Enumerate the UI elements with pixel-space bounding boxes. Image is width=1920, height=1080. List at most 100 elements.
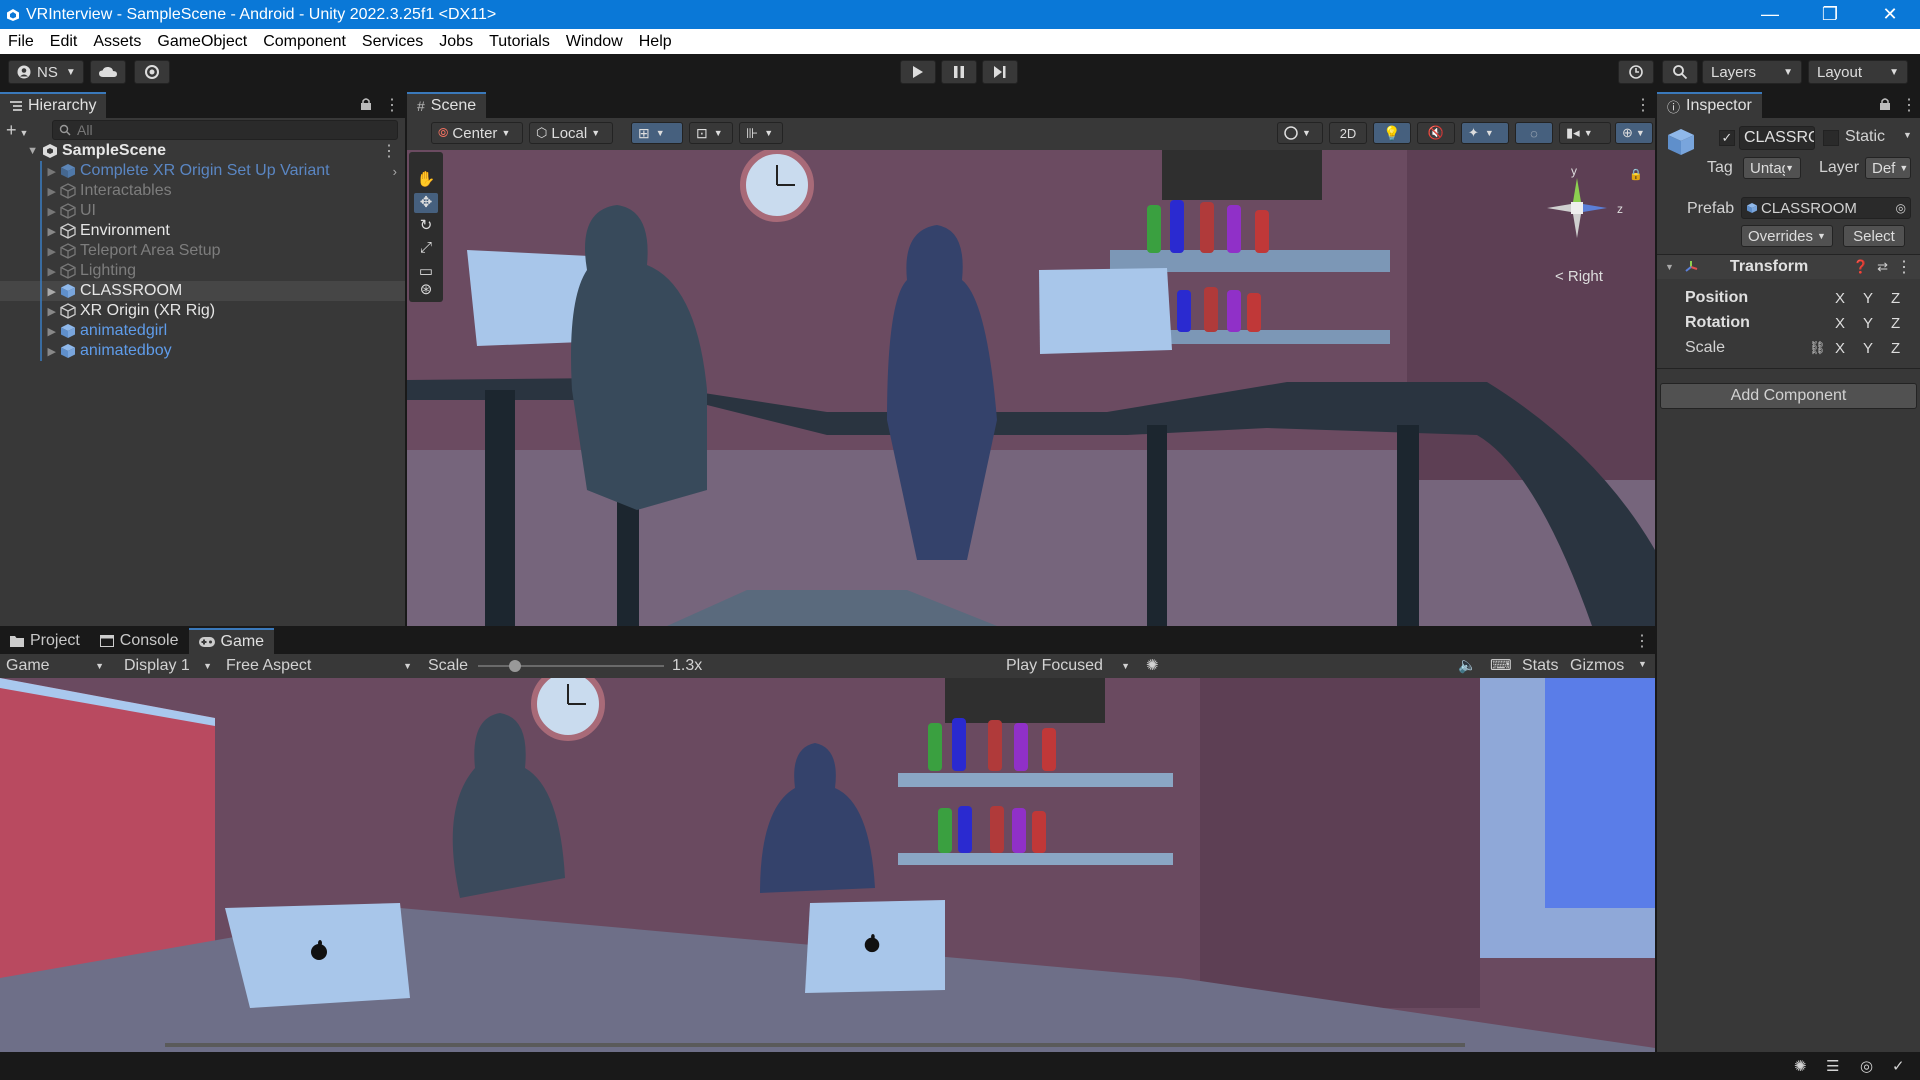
scale-y-label[interactable]: Y — [1863, 340, 1873, 357]
tab-hierarchy[interactable]: Hierarchy — [0, 92, 107, 118]
list-item[interactable]: ▶ Interactables — [0, 181, 405, 201]
history-button[interactable] — [1618, 60, 1654, 84]
menu-file[interactable]: File — [8, 33, 34, 51]
tab-scene[interactable]: # Scene — [407, 92, 487, 118]
account-dropdown[interactable]: NS ▼ — [8, 60, 84, 84]
more-options-icon[interactable]: ⋮ — [1634, 631, 1650, 651]
move-tool-icon[interactable]: ✥ — [414, 193, 438, 213]
menu-help[interactable]: Help — [639, 33, 672, 51]
rotate-tool-icon[interactable]: ↻ — [414, 216, 438, 236]
layout-dropdown[interactable]: Layout ▼ — [1808, 60, 1908, 84]
list-item[interactable]: ▶ Lighting — [0, 261, 405, 281]
lock-icon[interactable] — [360, 97, 372, 111]
stats-button[interactable]: Stats — [1522, 657, 1558, 675]
speaker-icon[interactable]: 🔈 — [1458, 656, 1477, 674]
aspect-dropdown[interactable]: Free Aspect ▼ — [220, 656, 418, 676]
camera-dropdown[interactable]: ▮◂ ▼ — [1559, 122, 1611, 144]
tab-project[interactable]: Project — [0, 628, 90, 654]
help-icon[interactable]: ❓ — [1853, 259, 1869, 275]
lock-icon[interactable] — [1879, 97, 1891, 111]
static-checkbox[interactable] — [1823, 130, 1839, 146]
scale-slider-track[interactable] — [478, 665, 664, 667]
transform-tool-icon[interactable]: ⊛ — [414, 280, 438, 300]
more-options-icon[interactable]: ⋮ — [381, 141, 397, 161]
target-icon[interactable]: ◎ — [1896, 201, 1906, 215]
link-icon[interactable]: ⛓ — [1809, 340, 1826, 356]
list-item[interactable]: ▶ animatedgirl — [0, 321, 405, 341]
pivot-dropdown[interactable]: ⦾ Center ▼ — [431, 122, 523, 144]
gizmos-button[interactable]: Gizmos — [1570, 657, 1624, 675]
tab-game[interactable]: Game — [188, 628, 275, 654]
create-button[interactable]: + ▼ — [6, 120, 40, 140]
rotation-y-label[interactable]: Y — [1863, 315, 1873, 332]
layer-dropdown[interactable]: Def ▼ — [1865, 157, 1911, 179]
menu-tutorials[interactable]: Tutorials — [489, 33, 550, 51]
gizmo-lock-icon[interactable]: 🔒 — [1629, 168, 1643, 181]
rect-tool-icon[interactable]: ▭ — [414, 262, 438, 282]
display-dropdown[interactable]: Display 1 ▼ — [118, 656, 218, 676]
game-viewport[interactable] — [0, 678, 1655, 1052]
overrides-dropdown[interactable]: Overrides ▼ — [1741, 225, 1833, 247]
position-z-label[interactable]: Z — [1891, 290, 1900, 307]
pause-button[interactable] — [941, 60, 977, 84]
list-item[interactable]: ▶ Environment — [0, 221, 405, 241]
collab-button[interactable] — [134, 60, 170, 84]
lighting-toggle[interactable]: 💡 — [1373, 122, 1411, 144]
scale-z-label[interactable]: Z — [1891, 340, 1900, 357]
list-item[interactable]: ▶ UI — [0, 201, 405, 221]
list-item[interactable]: ▶ Teleport Area Setup — [0, 241, 405, 261]
search-button[interactable] — [1662, 60, 1698, 84]
game-mode-dropdown[interactable]: Game ▼ — [0, 656, 110, 676]
cloud-button[interactable] — [90, 60, 126, 84]
chevron-right-icon[interactable]: › — [393, 164, 397, 179]
grid-snap-toggle[interactable]: ⊞ ▼ — [631, 122, 683, 144]
check-circle-icon[interactable]: ✓ — [1892, 1057, 1912, 1077]
layers-dropdown[interactable]: Layers ▼ — [1702, 60, 1802, 84]
ruler-toggle[interactable]: ⊪ ▼ — [739, 122, 783, 144]
minimize-button[interactable]: — — [1740, 0, 1800, 29]
hand-tool-icon[interactable]: ✋ — [414, 170, 438, 190]
prefab-field[interactable]: CLASSROOM ◎ — [1741, 197, 1911, 219]
chevron-down-icon[interactable]: ▼ — [1903, 130, 1912, 140]
object-name-field[interactable]: CLASSRC — [1739, 126, 1815, 150]
play-focused-dropdown[interactable]: Play Focused ▼ — [1000, 656, 1136, 676]
gizmos-dropdown[interactable]: ⊕ ▼ — [1615, 122, 1653, 144]
active-checkbox[interactable]: ✓ — [1719, 130, 1735, 146]
menu-component[interactable]: Component — [263, 33, 346, 51]
rotation-x-label[interactable]: X — [1835, 315, 1845, 332]
snap-increment-toggle[interactable]: ⊡ ▼ — [689, 122, 733, 144]
menu-window[interactable]: Window — [566, 33, 623, 51]
menu-services[interactable]: Services — [362, 33, 423, 51]
position-y-label[interactable]: Y — [1863, 290, 1873, 307]
menu-jobs[interactable]: Jobs — [439, 33, 473, 51]
tag-dropdown[interactable]: Untag▼ — [1743, 157, 1801, 179]
close-button[interactable]: ✕ — [1860, 0, 1920, 29]
draw-mode-dropdown[interactable]: ▼ — [1277, 122, 1323, 144]
maximize-button[interactable]: ❐ — [1800, 0, 1860, 29]
tab-console[interactable]: Console — [90, 628, 189, 654]
orientation-gizmo[interactable] — [1537, 168, 1617, 248]
add-component-button[interactable]: Add Component — [1660, 383, 1917, 409]
scale-x-label[interactable]: X — [1835, 340, 1845, 357]
chevron-down-icon[interactable]: ▼ — [1638, 659, 1647, 669]
tab-inspector[interactable]: ⓘ Inspector — [1657, 92, 1762, 118]
space-dropdown[interactable]: ⬡ Local ▼ — [529, 122, 613, 144]
more-options-icon[interactable]: ⋮ — [1635, 95, 1651, 115]
scale-tool-icon[interactable]: ⤢ — [414, 239, 438, 259]
play-button[interactable] — [900, 60, 936, 84]
bug-icon[interactable]: ✺ — [1146, 656, 1159, 674]
layers-stack-icon[interactable]: ☰ — [1826, 1057, 1846, 1077]
toggle-2d-button[interactable]: 2D — [1329, 122, 1367, 144]
list-item[interactable]: ▶ Complete XR Origin Set Up Variant › — [0, 161, 405, 181]
list-item[interactable]: ▶ animatedboy — [0, 341, 405, 361]
position-x-label[interactable]: X — [1835, 290, 1845, 307]
hidden-objects-toggle[interactable]: ◌ — [1515, 122, 1553, 144]
effects-dropdown[interactable]: ✦ ▼ — [1461, 122, 1509, 144]
progress-icon[interactable]: ◎ — [1860, 1057, 1880, 1077]
more-options-icon[interactable]: ⋮ — [1896, 257, 1912, 277]
preset-icon[interactable]: ⇄ — [1877, 259, 1888, 275]
step-button[interactable] — [982, 60, 1018, 84]
scene-viewport[interactable]: ✋ ✥ ↻ ⤢ ▭ ⊛ y z 🔒 < Right — [407, 150, 1655, 626]
scene-root-row[interactable]: ▼ SampleScene ⋮ — [0, 141, 405, 161]
audio-toggle[interactable]: 🔇 — [1417, 122, 1455, 144]
